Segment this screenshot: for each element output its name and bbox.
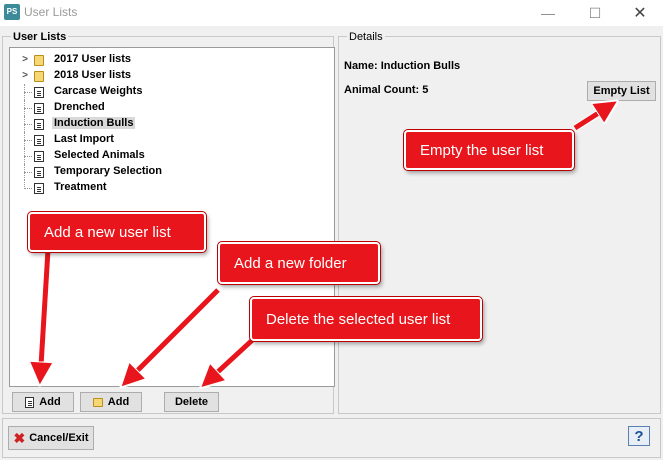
detail-name-row: Name: Induction Bulls bbox=[344, 60, 460, 72]
name-value: Induction Bulls bbox=[380, 60, 461, 72]
document-icon bbox=[34, 87, 44, 98]
minimize-button[interactable]: — bbox=[525, 1, 571, 25]
tree-connector bbox=[24, 124, 32, 125]
count-value: 5 bbox=[422, 84, 429, 96]
tree-item-label: 2017 User lists bbox=[54, 53, 132, 65]
document-icon bbox=[34, 151, 44, 162]
add-list-label: Add bbox=[39, 396, 61, 408]
tree-item-label: Treatment bbox=[54, 181, 107, 193]
help-icon: ? bbox=[634, 427, 644, 445]
name-label: Name: bbox=[344, 60, 378, 72]
callout-empty-list: Empty the user list bbox=[404, 130, 574, 170]
delete-button[interactable]: Delete bbox=[164, 392, 219, 412]
tree-connector bbox=[24, 156, 32, 157]
window-title: User Lists bbox=[24, 5, 78, 19]
callout-delete: Delete the selected user list bbox=[250, 297, 482, 341]
close-button[interactable]: ✕ bbox=[617, 1, 663, 25]
tree-connector bbox=[24, 172, 32, 173]
tree-connector bbox=[24, 140, 32, 141]
tree-connector bbox=[24, 188, 32, 189]
detail-count-row: Animal Count: 5 bbox=[344, 84, 428, 96]
help-button[interactable]: ? bbox=[628, 426, 650, 446]
folder-icon bbox=[34, 55, 44, 66]
add-folder-label: Add bbox=[107, 396, 130, 408]
cancel-x-icon: ✖ bbox=[13, 429, 26, 446]
add-folder-button[interactable]: Add bbox=[80, 392, 142, 412]
cancel-exit-button[interactable]: ✖ Cancel/Exit bbox=[8, 426, 94, 450]
delete-label: Delete bbox=[174, 396, 209, 408]
tree-item-label: Temporary Selection bbox=[54, 165, 162, 177]
tree-connector bbox=[24, 108, 32, 109]
tree-item-label: Drenched bbox=[54, 101, 105, 113]
tree-item-label: Induction Bulls bbox=[52, 117, 136, 129]
user-lists-legend: User Lists bbox=[11, 31, 69, 43]
count-label: Animal Count: bbox=[344, 84, 420, 96]
empty-list-button[interactable]: Empty List bbox=[587, 81, 656, 101]
tree-item-label: Carcase Weights bbox=[54, 85, 143, 97]
maximize-button[interactable]: ☐ bbox=[572, 1, 618, 25]
title-bar: PS User Lists — ☐ ✕ bbox=[0, 0, 663, 26]
tree-connector bbox=[24, 92, 32, 93]
chevron-right-icon[interactable]: > bbox=[20, 52, 30, 68]
document-icon bbox=[34, 135, 44, 146]
document-icon bbox=[34, 103, 44, 114]
folder-icon bbox=[34, 71, 44, 82]
folder-icon bbox=[92, 397, 103, 407]
app-icon: PS bbox=[4, 4, 20, 20]
tree-item-label: Last Import bbox=[54, 133, 114, 145]
details-legend: Details bbox=[347, 31, 385, 43]
new-list-icon bbox=[25, 396, 35, 408]
document-icon bbox=[34, 183, 44, 194]
callout-add-folder: Add a new folder bbox=[218, 242, 380, 284]
add-list-button[interactable]: Add bbox=[12, 392, 74, 412]
bottom-bar bbox=[2, 418, 661, 458]
chevron-right-icon[interactable]: > bbox=[20, 68, 30, 84]
document-icon bbox=[34, 167, 44, 178]
callout-add-list: Add a new user list bbox=[28, 212, 206, 252]
tree-item-label: 2018 User lists bbox=[54, 69, 132, 81]
document-icon bbox=[34, 119, 44, 130]
tree-item-label: Selected Animals bbox=[54, 149, 145, 161]
empty-list-label: Empty List bbox=[593, 85, 650, 97]
cancel-exit-label: Cancel/Exit bbox=[29, 432, 89, 444]
